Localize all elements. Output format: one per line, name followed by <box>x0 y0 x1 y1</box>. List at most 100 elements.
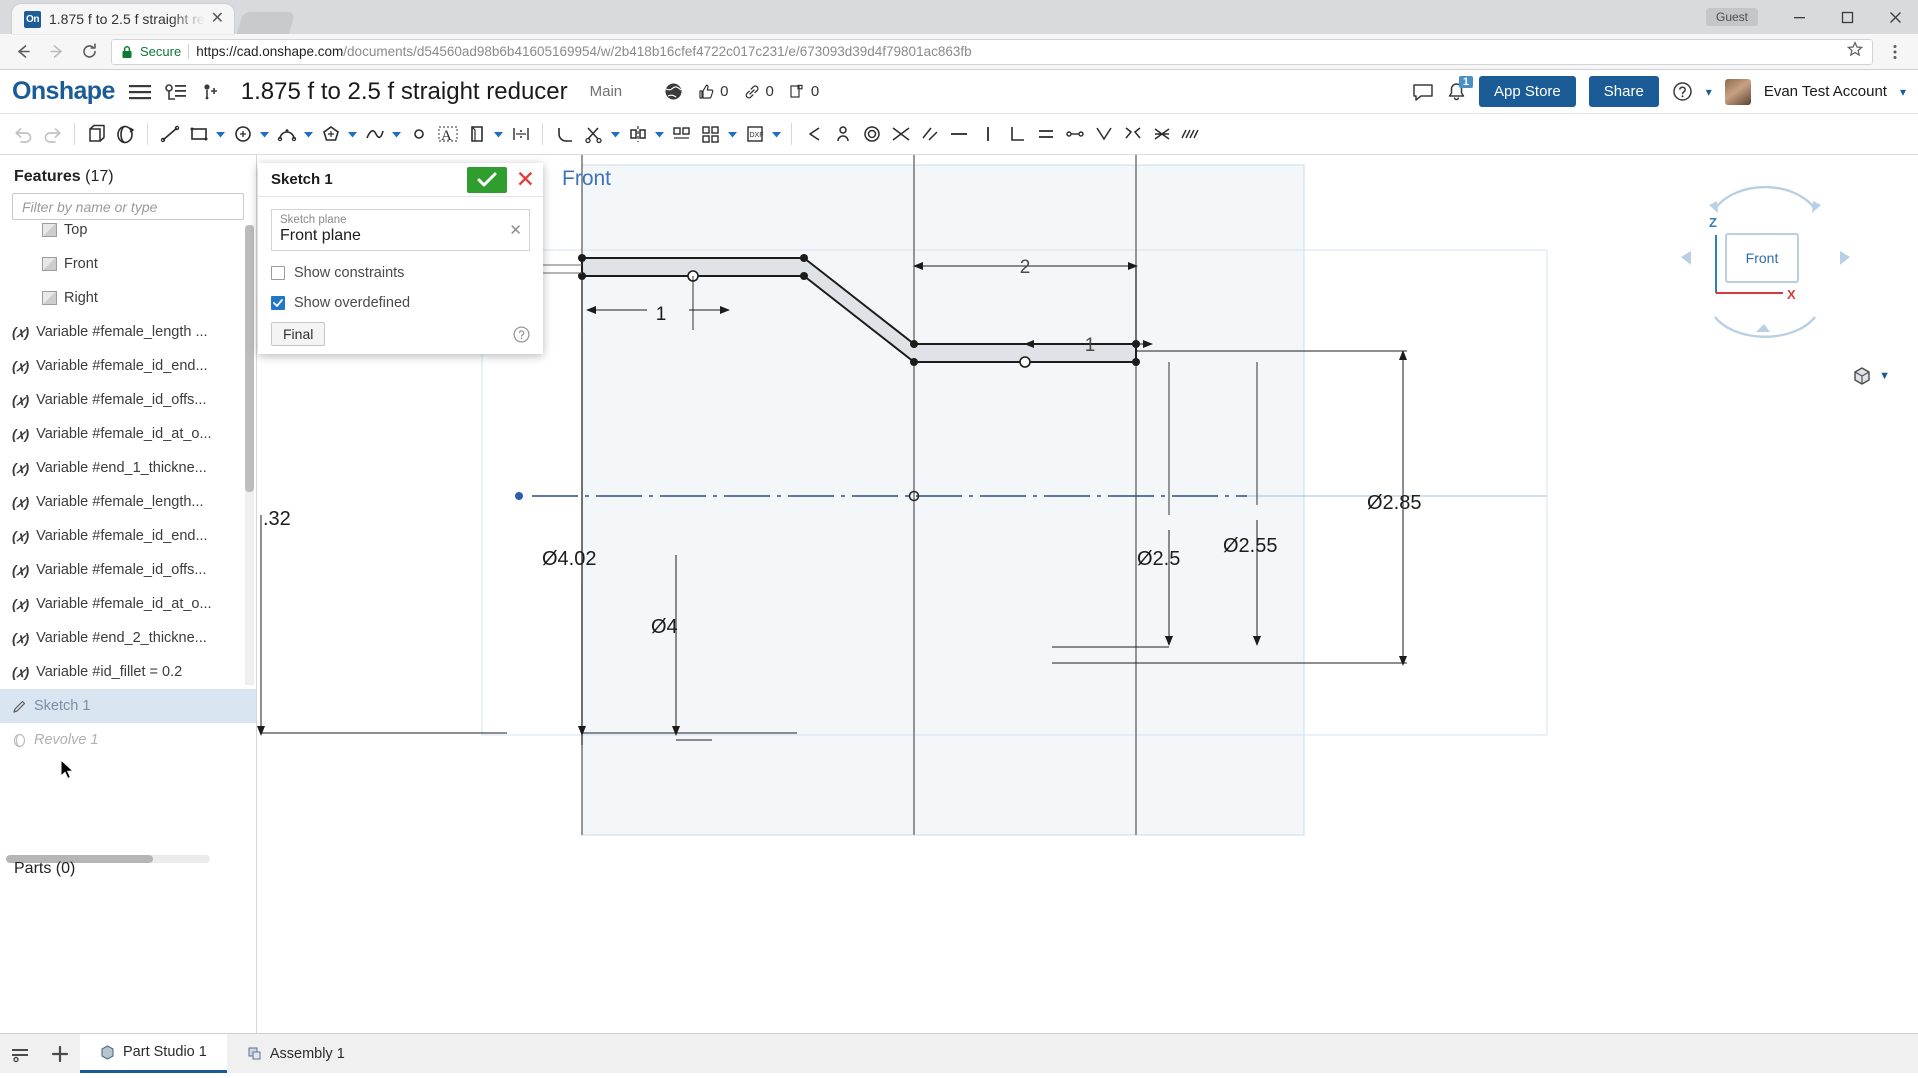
spline-tool-icon[interactable] <box>361 121 388 148</box>
concentric-constraint-icon[interactable] <box>858 121 885 148</box>
chevron-down-icon[interactable] <box>214 131 227 138</box>
extrude-icon[interactable] <box>83 121 110 148</box>
chevron-down-icon[interactable]: ▾ <box>1706 85 1712 99</box>
symmetric-constraint-icon[interactable] <box>1119 121 1146 148</box>
version-graph-icon[interactable] <box>164 83 187 101</box>
document-title[interactable]: 1.875 f to 2.5 f straight reducer <box>241 78 568 106</box>
linear-pattern-icon[interactable] <box>668 121 695 148</box>
dimension-tool-icon[interactable] <box>507 121 534 148</box>
parallel-constraint-icon[interactable] <box>1061 121 1088 148</box>
app-store-button[interactable]: App Store <box>1479 76 1576 107</box>
perpendicular-constraint-icon[interactable] <box>1003 121 1030 148</box>
likes-stat[interactable]: 0 <box>697 83 729 101</box>
equal-constraint-icon[interactable] <box>1032 121 1059 148</box>
polygon-tool-icon[interactable] <box>317 121 344 148</box>
clear-icon[interactable]: ✕ <box>509 221 522 239</box>
globe-icon[interactable] <box>664 82 683 101</box>
tangent-constraint-icon[interactable] <box>887 121 914 148</box>
fillet-tool-icon[interactable] <box>551 121 578 148</box>
tab-manager-icon[interactable] <box>0 1034 40 1073</box>
feature-item-variable[interactable]: (𝑥) Variable #end_1_thickne... <box>0 451 256 485</box>
feature-item-variable[interactable]: (𝑥) Variable #female_id_end... <box>0 519 256 553</box>
address-bar[interactable]: Secure https://cad.onshape.com/documents… <box>111 38 1873 65</box>
line-tool-icon[interactable] <box>156 121 183 148</box>
avatar[interactable] <box>1724 78 1751 105</box>
feature-item-sketch-1[interactable]: Sketch 1 <box>0 689 256 723</box>
redo-icon[interactable] <box>39 121 66 148</box>
add-tab-icon[interactable] <box>40 1034 80 1073</box>
star-icon[interactable] <box>1846 41 1864 62</box>
feature-item-right[interactable]: Right <box>0 281 256 315</box>
grid-pattern-icon[interactable] <box>697 121 724 148</box>
insert-branch-icon[interactable] <box>201 83 221 101</box>
reload-icon[interactable] <box>78 41 100 63</box>
tab-part-studio-1[interactable]: Part Studio 1 <box>80 1034 227 1073</box>
feature-item-top[interactable]: Top <box>0 223 256 247</box>
trim-tool-icon[interactable] <box>580 121 607 148</box>
chevron-down-icon[interactable] <box>653 131 666 138</box>
view-cube[interactable]: Z X Front <box>1673 175 1858 350</box>
kebab-menu-icon[interactable] <box>1884 41 1906 63</box>
horizontal-constraint-icon[interactable] <box>945 121 972 148</box>
chevron-down-icon[interactable] <box>770 131 783 138</box>
feature-item-front[interactable]: Front <box>0 247 256 281</box>
chevron-down-icon[interactable]: ▾ <box>1900 85 1906 99</box>
sketch-plane-field[interactable]: Sketch plane Front plane ✕ <box>271 209 530 251</box>
confirm-button[interactable] <box>466 166 507 193</box>
feature-item-variable[interactable]: (𝑥) Variable #female_id_at_o... <box>0 417 256 451</box>
feature-item-variable[interactable]: (𝑥) Variable #female_length... <box>0 485 256 519</box>
coincident-constraint-icon[interactable] <box>1090 121 1117 148</box>
feature-list-vscrollbar[interactable] <box>245 225 254 685</box>
rectangle-tool-icon[interactable] <box>185 121 212 148</box>
chevron-down-icon[interactable] <box>258 131 271 138</box>
close-icon[interactable]: ✕ <box>211 11 224 27</box>
show-overdefined-checkbox[interactable]: Show overdefined <box>271 295 543 311</box>
help-icon[interactable] <box>513 325 530 343</box>
arc-tool-icon[interactable] <box>273 121 300 148</box>
onshape-logo[interactable]: Onshape <box>12 77 115 106</box>
pattern-hatch-icon[interactable] <box>1177 121 1204 148</box>
chevron-down-icon[interactable] <box>492 131 505 138</box>
notifications[interactable]: 1 <box>1447 75 1474 102</box>
help-icon[interactable] <box>1672 81 1693 102</box>
cancel-button[interactable]: ✕ <box>516 168 535 191</box>
document-branch[interactable]: Main <box>590 83 623 100</box>
measure-icon[interactable] <box>829 121 856 148</box>
chevron-down-icon[interactable] <box>302 131 315 138</box>
feature-item-variable[interactable]: (𝑥) Variable #end_2_thickne... <box>0 621 256 655</box>
midpoint-constraint-icon[interactable] <box>916 121 943 148</box>
text-tool-icon[interactable]: A <box>434 121 461 148</box>
use-tool-icon[interactable] <box>463 121 490 148</box>
fix-constraint-icon[interactable] <box>1148 121 1175 148</box>
circle-tool-icon[interactable] <box>229 121 256 148</box>
feature-item-variable[interactable]: (𝑥) Variable #id_fillet = 0.2 <box>0 655 256 689</box>
vertical-constraint-icon[interactable] <box>974 121 1001 148</box>
hamburger-menu-icon[interactable] <box>128 83 151 101</box>
undo-icon[interactable] <box>10 121 37 148</box>
user-name[interactable]: Evan Test Account <box>1764 83 1887 100</box>
feature-item-revolve-1[interactable]: Revolve 1 <box>0 723 256 757</box>
minimize-icon[interactable] <box>1776 0 1822 34</box>
guest-badge[interactable]: Guest <box>1705 8 1758 26</box>
view-cube-face[interactable]: Front <box>1725 233 1799 283</box>
revolve-icon[interactable] <box>112 121 139 148</box>
feature-item-variable[interactable]: (𝑥) Variable #female_id_at_o... <box>0 587 256 621</box>
import-dxf-icon[interactable]: DXF <box>741 121 768 148</box>
final-button[interactable]: Final <box>271 322 326 346</box>
back-arrow-icon[interactable] <box>12 41 34 63</box>
chevron-down-icon[interactable] <box>346 131 359 138</box>
new-tab-button[interactable] <box>236 12 296 34</box>
feature-filter-input[interactable] <box>12 193 244 220</box>
feature-item-variable[interactable]: (𝑥) Variable #female_id_end... <box>0 349 256 383</box>
display-style-control[interactable]: ▼ <box>1851 365 1890 387</box>
point-tool-icon[interactable] <box>405 121 432 148</box>
chevron-down-icon[interactable] <box>609 131 622 138</box>
links-stat[interactable]: 0 <box>743 83 774 101</box>
maximize-icon[interactable] <box>1824 0 1870 34</box>
show-constraints-checkbox[interactable]: Show constraints <box>271 265 543 281</box>
mirror-tool-icon[interactable] <box>624 121 651 148</box>
tab-assembly-1[interactable]: Assembly 1 <box>226 1034 365 1073</box>
browser-tab[interactable]: On 1.875 f to 2.5 f straight re ✕ <box>12 4 235 34</box>
copies-stat[interactable]: 0 <box>788 83 819 101</box>
feature-item-variable[interactable]: (𝑥) Variable #female_length ... <box>0 315 256 349</box>
